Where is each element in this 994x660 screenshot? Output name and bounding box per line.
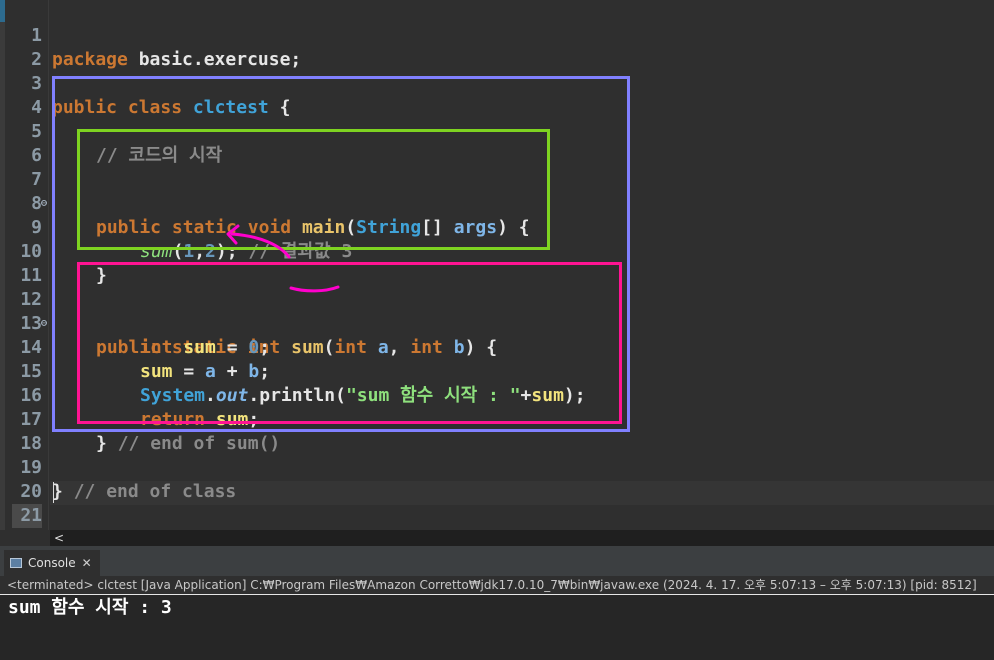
console-status-line: <terminated> clctest [Java Application] … [0,576,994,594]
tab-console[interactable]: Console ✕ [4,550,100,576]
console-output[interactable]: sum 함수 시작 : 3 [0,595,994,660]
console-icon [10,558,22,568]
code-editor[interactable]: 1 package basic.exercuse; 2 3 public cla… [0,0,994,530]
horizontal-scrollbar[interactable]: < [50,530,994,546]
scroll-left-icon[interactable]: < [54,530,64,546]
console-output-text: sum 함수 시작 : 3 [8,597,172,618]
console-tab-bar: Console ✕ [0,546,994,576]
tab-console-label: Console [28,556,76,570]
close-icon[interactable]: ✕ [82,556,92,570]
annotation-arrow [226,224,340,293]
